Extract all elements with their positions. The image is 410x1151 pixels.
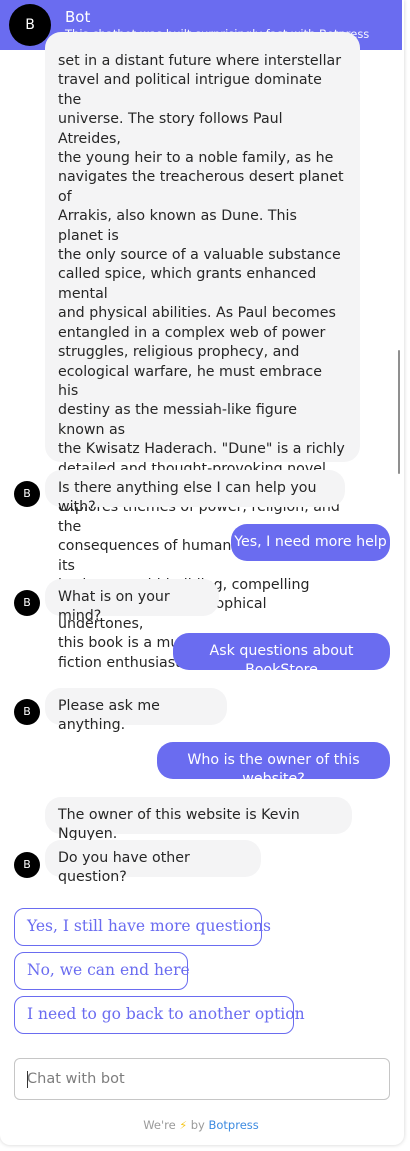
user-message: Who is the owner of this website?	[157, 742, 390, 787]
message-line: set in a distant future where interstell…	[58, 53, 342, 69]
message-line: universe. The story follows Paul Atreide…	[58, 111, 283, 147]
message-line: the young heir to a noble family, as he	[58, 150, 334, 167]
footer-prefix: We're	[143, 1118, 176, 1132]
bot-avatar: B	[14, 699, 40, 725]
choice-go-back-button[interactable]: I need to go back to another option	[14, 996, 305, 1034]
message-line: ecological warfare, he must embrace his	[58, 363, 322, 399]
bot-message: What is on your mind?	[45, 579, 219, 624]
bot-avatar: B	[14, 852, 40, 878]
user-message: Yes, I need more help	[231, 524, 390, 561]
text-cursor	[27, 1071, 28, 1088]
message-line: the only source of a valuable substance	[58, 247, 341, 264]
message-line: travel and political intrigue dominate t…	[58, 72, 322, 108]
bot-name: Bot	[65, 8, 91, 26]
chat-window: B Bot This chatbot was built surprisingl…	[0, 0, 404, 1145]
bot-message: The owner of this website is Kevin Nguye…	[45, 797, 352, 842]
message-line: entangled in a complex web of power	[58, 324, 326, 341]
chat-input[interactable]	[15, 1059, 389, 1099]
message-list[interactable]: set in a distant future where interstell…	[0, 32, 402, 885]
scrollbar-thumb[interactable]	[398, 350, 400, 474]
message-line: destiny as the messiah-like figure known…	[58, 402, 298, 438]
message-line: navigates the treacherous desert planet …	[58, 169, 344, 205]
bot-avatar: B	[9, 4, 51, 46]
composer	[14, 1058, 390, 1100]
choice-more-questions-button[interactable]: Yes, I still have more questions	[14, 908, 271, 946]
message-line: struggles, religious prophecy, and	[58, 344, 300, 361]
footer-middle: by	[190, 1118, 205, 1132]
bot-message: Do you have other question?	[45, 840, 261, 885]
powered-by-footer: We're ⚡ by Botpress	[0, 1117, 402, 1134]
bot-message: Is there anything else I can help you wi…	[45, 470, 345, 515]
bolt-icon: ⚡	[179, 1119, 188, 1132]
choice-end-here-button[interactable]: No, we can end here	[14, 952, 190, 990]
user-message: Ask questions about BookStore	[173, 633, 390, 678]
message-line: the Kwisatz Haderach. "Dune" is a richly	[58, 441, 345, 458]
bot-avatar: B	[14, 481, 40, 507]
botpress-link[interactable]: Botpress	[209, 1118, 259, 1132]
bot-avatar: B	[14, 590, 40, 616]
message-line: called spice, which grants enhanced ment…	[58, 266, 317, 302]
message-line: Arrakis, also known as Dune. This planet…	[58, 208, 297, 244]
bot-message: set in a distant future where interstell…	[45, 32, 360, 671]
bot-message: Please ask me anything.	[45, 688, 227, 733]
message-line: and physical abilities. As Paul becomes	[58, 305, 336, 322]
